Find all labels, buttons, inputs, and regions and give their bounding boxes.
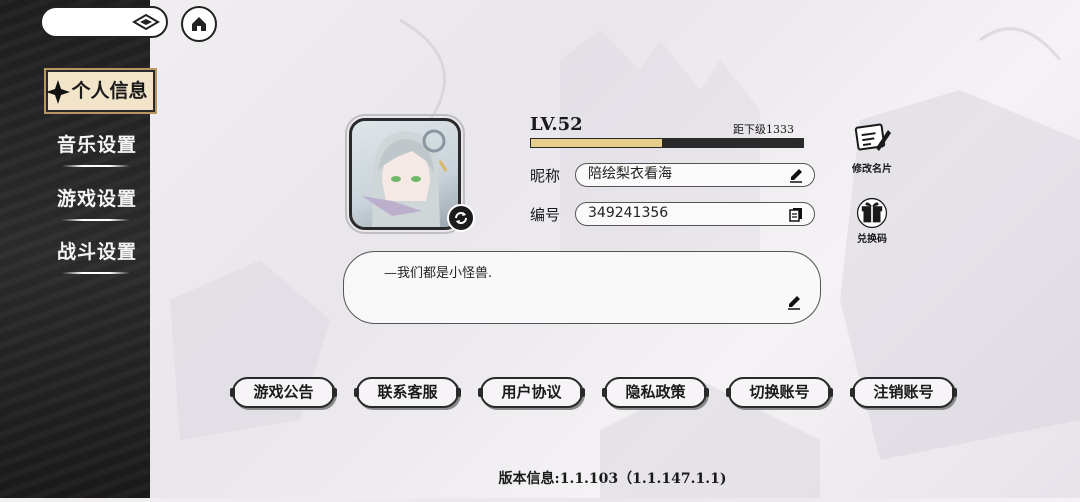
sidebar-item-label: 游戏设置 bbox=[56, 188, 137, 210]
level-label: LV.52 bbox=[530, 114, 583, 135]
xp-progress-fill bbox=[531, 139, 662, 147]
sidebar-item-personal-info[interactable]: 个人信息 bbox=[44, 68, 157, 114]
user-agreement-button[interactable]: 用户协议 bbox=[478, 377, 585, 408]
diamond-arrow-icon bbox=[132, 13, 160, 31]
star-icon bbox=[46, 80, 70, 104]
signature-text: —我们都是小怪兽. bbox=[384, 266, 493, 281]
sidebar-item-label: 音乐设置 bbox=[56, 134, 137, 156]
redeem-code-button[interactable]: 兑换码 bbox=[846, 196, 898, 245]
divider bbox=[62, 272, 130, 274]
id-value: 349241356 bbox=[588, 205, 669, 221]
divider bbox=[62, 165, 130, 167]
gift-icon bbox=[856, 197, 888, 229]
nickname-value: 陪绘梨衣看海 bbox=[588, 166, 672, 182]
nickname-field[interactable]: 陪绘梨衣看海 bbox=[575, 163, 815, 187]
avatar[interactable] bbox=[349, 118, 461, 230]
pencil-icon[interactable] bbox=[786, 294, 802, 310]
sidebar-item-music-settings[interactable]: 音乐设置 bbox=[44, 121, 150, 169]
game-announcement-button[interactable]: 游戏公告 bbox=[230, 377, 337, 408]
sidebar-item-game-settings[interactable]: 游戏设置 bbox=[44, 175, 150, 223]
edit-card-label: 修改名片 bbox=[852, 164, 892, 175]
version-info: 版本信息:1.1.103（1.1.147.1.1) bbox=[498, 471, 727, 487]
refresh-icon bbox=[455, 212, 467, 224]
pencil-icon[interactable] bbox=[788, 167, 804, 183]
change-avatar-button[interactable] bbox=[447, 204, 475, 232]
xp-progress-bar bbox=[530, 138, 804, 148]
divider bbox=[62, 219, 130, 221]
home-button[interactable] bbox=[181, 6, 217, 42]
privacy-policy-button[interactable]: 隐私政策 bbox=[602, 377, 709, 408]
back-button[interactable] bbox=[40, 6, 168, 38]
edit-card-button[interactable]: 修改名片 bbox=[846, 120, 898, 175]
edit-card-icon bbox=[854, 123, 891, 151]
character-portrait bbox=[362, 129, 448, 227]
delete-account-button[interactable]: 注销账号 bbox=[850, 377, 957, 408]
signature-field[interactable]: —我们都是小怪兽. bbox=[343, 251, 821, 324]
id-field: 349241356 bbox=[575, 202, 815, 226]
sidebar-item-label: 战斗设置 bbox=[56, 241, 137, 263]
redeem-code-label: 兑换码 bbox=[857, 234, 887, 245]
sidebar-item-battle-settings[interactable]: 战斗设置 bbox=[44, 228, 150, 276]
nickname-label: 昵称 bbox=[530, 167, 561, 185]
switch-account-button[interactable]: 切换账号 bbox=[726, 377, 833, 408]
contact-support-button[interactable]: 联系客服 bbox=[354, 377, 461, 408]
id-label: 编号 bbox=[530, 206, 561, 224]
copy-icon[interactable] bbox=[788, 206, 804, 222]
background-illustration bbox=[0, 0, 1080, 498]
next-level-text: 距下级1333 bbox=[733, 123, 794, 136]
home-icon bbox=[192, 17, 206, 31]
